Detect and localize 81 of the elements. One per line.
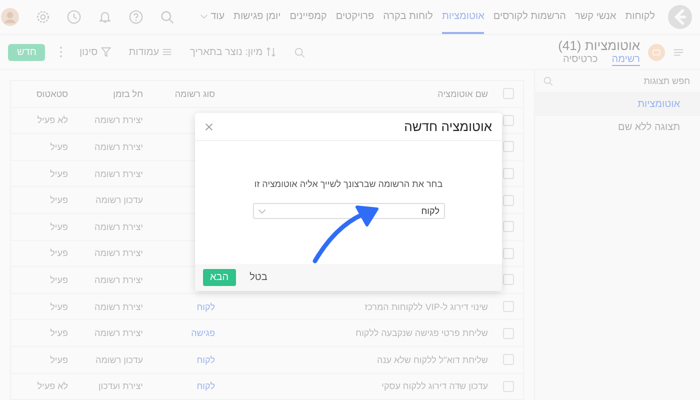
status-cell: פעיל <box>50 222 68 232</box>
trigger-cell: יצירת רשומה <box>94 248 143 258</box>
cancel-button[interactable]: בטל <box>250 272 268 283</box>
help-icon[interactable] <box>128 10 143 24</box>
trigger-cell: יצירת רשומה <box>94 274 143 285</box>
trigger-cell: יצירת רשומה <box>94 302 143 312</box>
sidebar-item[interactable]: תצוגה ללא שם <box>535 116 700 139</box>
automation-name[interactable]: עדכון שדה דירוג ללקוח עסקי <box>382 381 488 392</box>
sidebar-item[interactable]: אוטומציות <box>535 93 700 116</box>
view-tab[interactable]: כרטיסיה <box>562 54 598 66</box>
nav-tab[interactable]: אוטומציות <box>442 0 484 34</box>
new-button[interactable]: חדש <box>8 44 46 60</box>
record-type-link[interactable]: לקוח <box>196 354 215 365</box>
avatar-icon[interactable] <box>0 8 19 26</box>
record-type-link[interactable]: פגישה <box>191 328 215 338</box>
column-header[interactable]: סטאטוס <box>11 88 73 99</box>
trigger-cell: יצירת רשומה <box>94 328 143 338</box>
nav-tab[interactable]: הרשמות לקורסים <box>493 0 566 34</box>
nav-tab[interactable]: קמפיינים <box>290 0 327 34</box>
nav-tab[interactable]: אנשי קשר <box>575 0 616 34</box>
status-cell: פעיל <box>50 274 68 285</box>
page-title: אוטומציות (41) <box>558 38 640 53</box>
more-menu[interactable]: עוד <box>200 0 225 34</box>
record-type-link[interactable]: לקוח <box>196 302 215 312</box>
nav-tab[interactable]: יומן פגישות <box>234 0 281 34</box>
column-header[interactable]: סוג רשומה <box>148 88 220 99</box>
chevron-down-icon <box>200 14 208 18</box>
row-checkbox[interactable] <box>502 380 514 392</box>
bell-icon[interactable] <box>98 10 112 24</box>
modal-prompt: בחר את הרשומה שברצונך לשייך אליה אוטומציה זו <box>254 179 443 189</box>
search-icon[interactable] <box>543 76 553 86</box>
trigger-cell: יצירת רשומה <box>94 142 143 152</box>
status-cell: פעיל <box>50 248 68 258</box>
status-cell: לא פעיל <box>37 115 68 126</box>
status-cell: פעיל <box>50 195 68 206</box>
search-icon[interactable] <box>294 46 305 58</box>
columns-button[interactable]: עמודות <box>128 46 172 58</box>
search-field[interactable]: חפש תצוגות <box>553 75 692 87</box>
modal-title: אוטומציה חדשה <box>404 119 492 134</box>
nav-tab[interactable]: לוחות בקרה <box>383 0 433 34</box>
menu-icon[interactable] <box>673 46 684 58</box>
list-icon <box>162 47 172 57</box>
status-cell: פעיל <box>50 142 68 152</box>
column-header[interactable]: שם אוטומציה <box>220 88 493 99</box>
record-type-link[interactable]: לקוח <box>196 381 215 392</box>
row-checkbox[interactable] <box>502 328 514 339</box>
nav-tab[interactable]: לקוחות <box>625 0 655 34</box>
status-cell: פעיל <box>50 168 68 179</box>
status-cell: לא פעיל <box>37 381 68 392</box>
search-icon[interactable] <box>160 10 174 24</box>
row-checkbox[interactable] <box>502 301 514 312</box>
sort-button[interactable]: מיון: נוצר בתאריך <box>190 46 276 58</box>
trigger-cell: יצירת רשומה <box>94 222 143 232</box>
record-type-select[interactable]: לקוח <box>252 203 444 219</box>
kebab-icon[interactable] <box>59 46 64 58</box>
clock-icon[interactable] <box>66 10 81 24</box>
status-cell: פעיל <box>50 302 68 312</box>
select-all-checkbox[interactable] <box>502 88 514 100</box>
settings-icon[interactable] <box>36 10 50 24</box>
automation-name[interactable]: שליחת פרטי פגישה שנקבעה ללקוח <box>356 328 488 338</box>
close-icon[interactable] <box>205 122 213 130</box>
trigger-cell: עדכון רשומה <box>96 354 143 365</box>
trigger-cell: יצירת רשומה <box>94 168 143 179</box>
arrow-annotation <box>311 205 381 265</box>
nav-tab[interactable]: פרויקטים <box>336 0 374 34</box>
next-button[interactable]: הבא <box>203 269 236 286</box>
status-cell: פעיל <box>50 354 68 365</box>
filter-icon <box>100 47 111 57</box>
chevron-down-icon <box>258 208 266 214</box>
sort-icon <box>266 47 276 57</box>
row-checkbox[interactable] <box>502 354 514 366</box>
trigger-cell: עדכון רשומה <box>96 195 143 206</box>
logo-icon[interactable] <box>668 5 692 29</box>
filter-button[interactable]: סינון <box>79 46 111 58</box>
column-header[interactable]: חל בזמן <box>73 88 148 99</box>
trigger-cell: יצירת ועדכון <box>98 381 143 392</box>
automation-name[interactable]: שליחת דוא"ל ללקוח שלא ענה <box>377 354 488 365</box>
trigger-cell: יצירת רשומה <box>94 115 143 126</box>
automation-name[interactable]: שינוי דירוג ל-VIP ללקוחות המרכז <box>364 302 488 312</box>
view-tab[interactable]: רשימה <box>612 54 640 66</box>
status-cell: פעיל <box>50 328 68 338</box>
